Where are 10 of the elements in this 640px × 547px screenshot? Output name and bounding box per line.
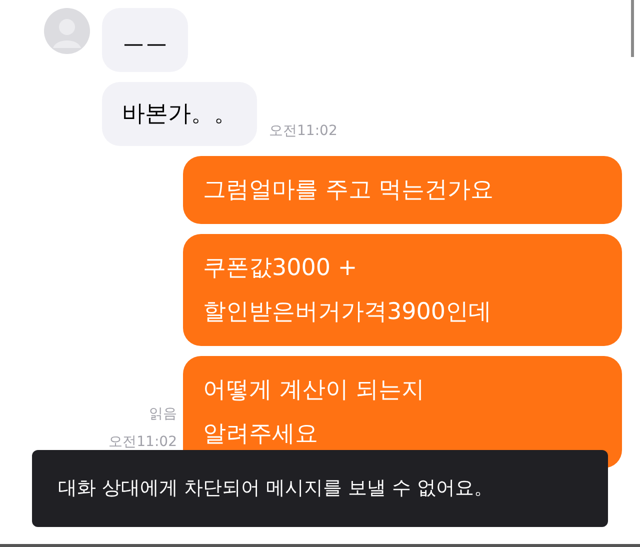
received-message-bubble: 바본가。。: [102, 82, 257, 146]
avatar-icon: [44, 8, 90, 54]
scrollbar[interactable]: [631, 0, 634, 57]
blocked-toast: 대화 상대에게 차단되어 메시지를 보낼 수 없어요。: [32, 450, 608, 527]
sent-message-bubble: 쿠폰값3000 + 할인받은버거가격3900인데: [183, 234, 622, 346]
sent-message-bubble: 그럼얼마를 주고 먹는건가요: [183, 156, 622, 224]
read-receipt: 읽음: [149, 405, 177, 424]
received-message-bubble: ㅡㅡ: [102, 8, 188, 72]
message-time: 오전11:02: [269, 122, 338, 141]
message-time: 오전11:02: [108, 433, 177, 452]
